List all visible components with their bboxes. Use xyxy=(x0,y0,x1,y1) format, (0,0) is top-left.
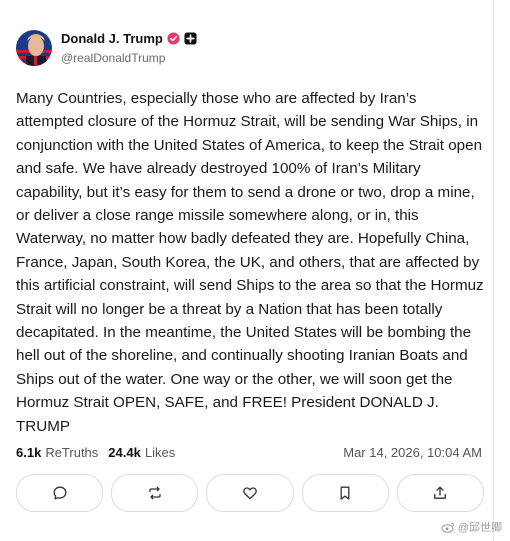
share-icon xyxy=(434,486,447,499)
retruths-label[interactable]: ReTruths xyxy=(45,445,98,460)
action-bar xyxy=(16,474,485,512)
author-row: Donald J. Trump xyxy=(61,31,197,46)
heart-icon xyxy=(243,487,257,500)
post-stats: 6.1k ReTruths 24.4k Likes Mar 14, 2026, … xyxy=(16,445,482,460)
weibo-icon xyxy=(441,522,455,533)
watermark: @邱世卿 xyxy=(441,519,502,535)
retruth-icon xyxy=(149,486,161,500)
likes-count[interactable]: 24.4k xyxy=(108,445,141,460)
retruth-button[interactable] xyxy=(111,474,199,512)
reply-button[interactable] xyxy=(16,474,104,512)
post-card: Donald J. Trump @realDonaldTrump Many Co… xyxy=(0,0,494,541)
post-timestamp[interactable]: Mar 14, 2026, 10:04 AM xyxy=(343,445,482,460)
post-body: Many Countries, especially those who are… xyxy=(16,90,484,435)
bookmark-icon xyxy=(340,486,350,500)
author-handle[interactable]: @realDonaldTrump xyxy=(61,51,165,65)
bookmark-button[interactable] xyxy=(301,474,389,512)
retruths-count[interactable]: 6.1k xyxy=(16,445,41,460)
reply-icon xyxy=(53,486,67,500)
share-button[interactable] xyxy=(396,474,485,512)
watermark-text: @邱世卿 xyxy=(457,522,502,534)
likes-label[interactable]: Likes xyxy=(145,445,175,460)
like-button[interactable] xyxy=(206,474,294,512)
author-name[interactable]: Donald J. Trump xyxy=(61,31,163,46)
avatar[interactable] xyxy=(16,30,52,66)
plus-badge-icon xyxy=(184,32,197,45)
verified-badge-icon xyxy=(167,32,180,45)
